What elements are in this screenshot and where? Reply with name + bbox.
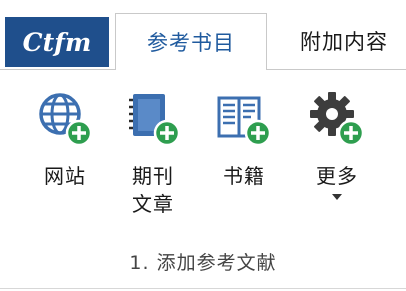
- add-website-button[interactable]: 网站: [26, 90, 104, 190]
- ribbon-group-label: 1. 添加参考文献: [129, 252, 277, 274]
- add-journal-article-label-line1: 期刊: [132, 164, 174, 188]
- ribbon-bottom-border: [0, 288, 406, 289]
- add-website-label: 网站: [44, 162, 86, 190]
- add-journal-article-label: 期刊 文章: [132, 162, 174, 218]
- tab-additional-content[interactable]: 附加内容: [282, 13, 406, 68]
- ribbon-tab-strip: Ctfm 参考书目 附加内容: [0, 0, 406, 70]
- add-website-label-line1: 网站: [44, 164, 86, 188]
- globe-add-icon: [36, 90, 94, 148]
- gear-add-icon: [308, 90, 366, 148]
- more-sources-label: 更多: [316, 162, 358, 190]
- add-book-button[interactable]: 书籍: [205, 90, 283, 190]
- more-sources-label-line1: 更多: [316, 164, 358, 188]
- book-add-icon: [215, 90, 273, 148]
- app-logo[interactable]: Ctfm: [5, 17, 109, 67]
- journal-add-icon: [124, 90, 182, 148]
- logo-text: Ctfm: [22, 27, 92, 57]
- add-book-label: 书籍: [223, 162, 265, 190]
- add-journal-article-button[interactable]: 期刊 文章: [114, 90, 192, 218]
- more-sources-button[interactable]: 更多: [298, 90, 376, 200]
- add-journal-article-label-line2: 文章: [132, 192, 174, 216]
- tab-bibliography[interactable]: 参考书目: [115, 13, 267, 70]
- chevron-down-icon[interactable]: [332, 194, 342, 200]
- citation-app: Ctfm 参考书目 附加内容 网站 期刊 文章 书籍 更多 1. 添加参考文献: [0, 0, 406, 291]
- ribbon-panel: 网站 期刊 文章 书籍 更多 1. 添加参考文献: [0, 70, 406, 291]
- add-book-label-line1: 书籍: [223, 164, 265, 188]
